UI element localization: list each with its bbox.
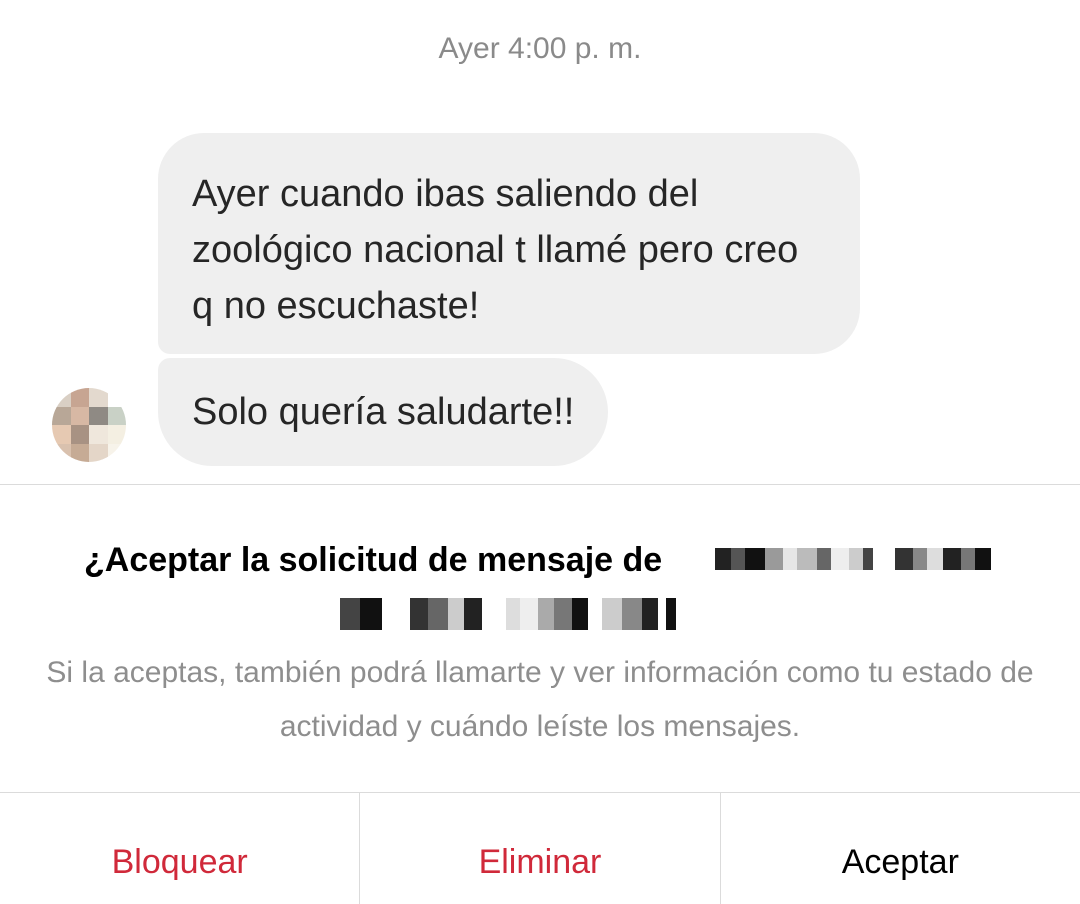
message-timestamp: Ayer 4:00 p. m.: [438, 32, 642, 65]
redacted-username-line-2: [340, 598, 676, 630]
accept-button[interactable]: Aceptar: [719, 793, 1080, 904]
message-bubble[interactable]: Ayer cuando ibas saliendo del zoológico …: [158, 133, 860, 354]
request-description: Si la aceptas, también podrá llamarte y …: [46, 656, 1034, 743]
request-title-text: ¿Aceptar la solicitud de mensaje de: [84, 541, 663, 579]
avatar[interactable]: [52, 388, 126, 462]
delete-button[interactable]: Eliminar: [359, 793, 719, 904]
request-actions: Bloquear Eliminar Aceptar: [0, 793, 1080, 904]
block-button[interactable]: Bloquear: [0, 793, 359, 904]
message-bubble[interactable]: Solo quería saludarte!!: [158, 358, 609, 466]
redacted-username: [715, 548, 991, 570]
divider: [0, 484, 1080, 485]
